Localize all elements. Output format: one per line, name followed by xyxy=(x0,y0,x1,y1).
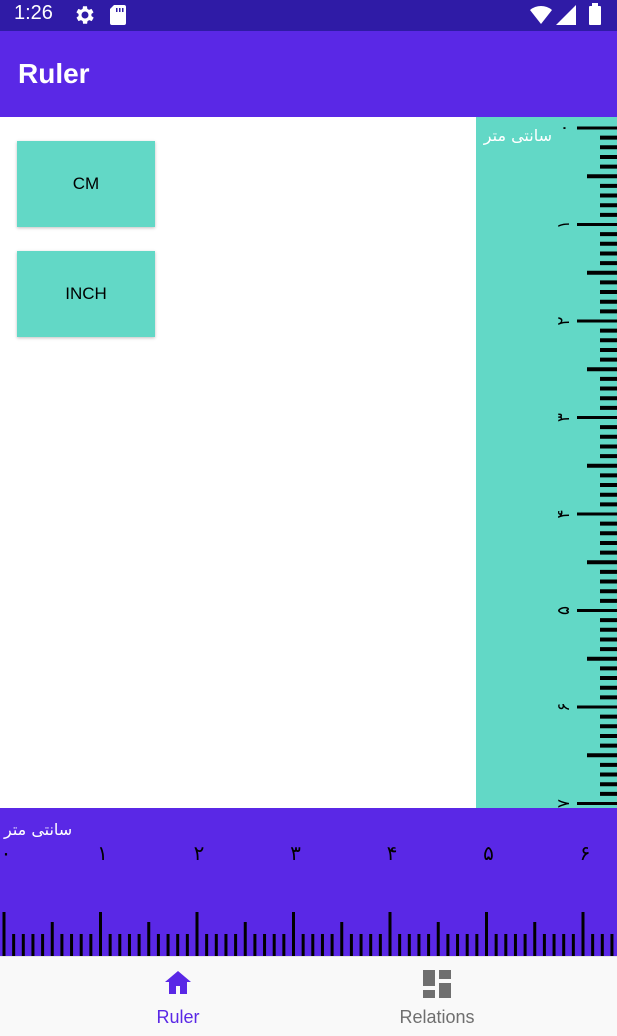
horizontal-ruler-number: ۴ xyxy=(387,841,398,865)
vertical-ruler-number: ٠ xyxy=(554,123,574,132)
horizontal-ruler[interactable]: ٠ ١ ٢ ٣ ۴ ۵ ۶ سانتی متر xyxy=(0,808,617,956)
home-icon xyxy=(163,969,193,1001)
battery-icon xyxy=(588,3,602,31)
vertical-ruler-scale: ٠ ١ ٢ ٣ ۴ ۵ ۶ ٧ xyxy=(554,123,617,808)
vertical-ruler-number: ٧ xyxy=(554,799,574,808)
content-area: CM INCH ٠ ١ ٢ ٣ ۴ ۵ ۶ ٧ سانتی متر xyxy=(0,117,617,808)
horizontal-ruler-scale: ٠ ١ ٢ ٣ ۴ ۵ ۶ xyxy=(1,841,614,956)
horizontal-ruler-number: ٢ xyxy=(194,841,205,865)
vertical-ruler-unit-label: سانتی متر xyxy=(483,126,552,145)
status-time: 1:26 xyxy=(14,2,53,24)
dashboard-icon xyxy=(422,969,452,1003)
vertical-ruler-number: ۵ xyxy=(554,606,574,615)
wifi-icon xyxy=(530,5,552,29)
horizontal-ruler-number: ٠ xyxy=(1,841,12,865)
vertical-ruler-number: ۴ xyxy=(554,509,574,518)
settings-icon xyxy=(72,3,96,31)
nav-item-relations[interactable]: Relations xyxy=(283,957,591,1036)
vertical-ruler-number: ٣ xyxy=(554,413,574,422)
horizontal-ruler-unit-label: سانتی متر xyxy=(4,820,73,839)
horizontal-ruler-number: ۵ xyxy=(483,841,494,865)
inch-button[interactable]: INCH xyxy=(17,251,155,337)
vertical-ruler-number: ٢ xyxy=(554,316,574,325)
horizontal-ruler-number: ١ xyxy=(97,841,108,865)
vertical-ruler-number: ١ xyxy=(554,220,574,229)
sd-card-icon xyxy=(108,3,128,31)
bottom-navigation: Ruler Relations xyxy=(0,956,617,1036)
vertical-ruler-number: ۶ xyxy=(554,702,574,711)
cm-button[interactable]: CM xyxy=(17,141,155,227)
signal-icon xyxy=(556,5,576,29)
page-title: Ruler xyxy=(18,58,90,89)
vertical-ruler[interactable]: ٠ ١ ٢ ٣ ۴ ۵ ۶ ٧ سانتی متر xyxy=(476,117,617,808)
status-bar: 1:26 xyxy=(0,0,617,31)
horizontal-ruler-number: ٣ xyxy=(290,841,301,865)
nav-label-relations: Relations xyxy=(399,1007,475,1027)
horizontal-ruler-number: ۶ xyxy=(580,841,591,865)
app-bar: Ruler xyxy=(0,31,617,117)
